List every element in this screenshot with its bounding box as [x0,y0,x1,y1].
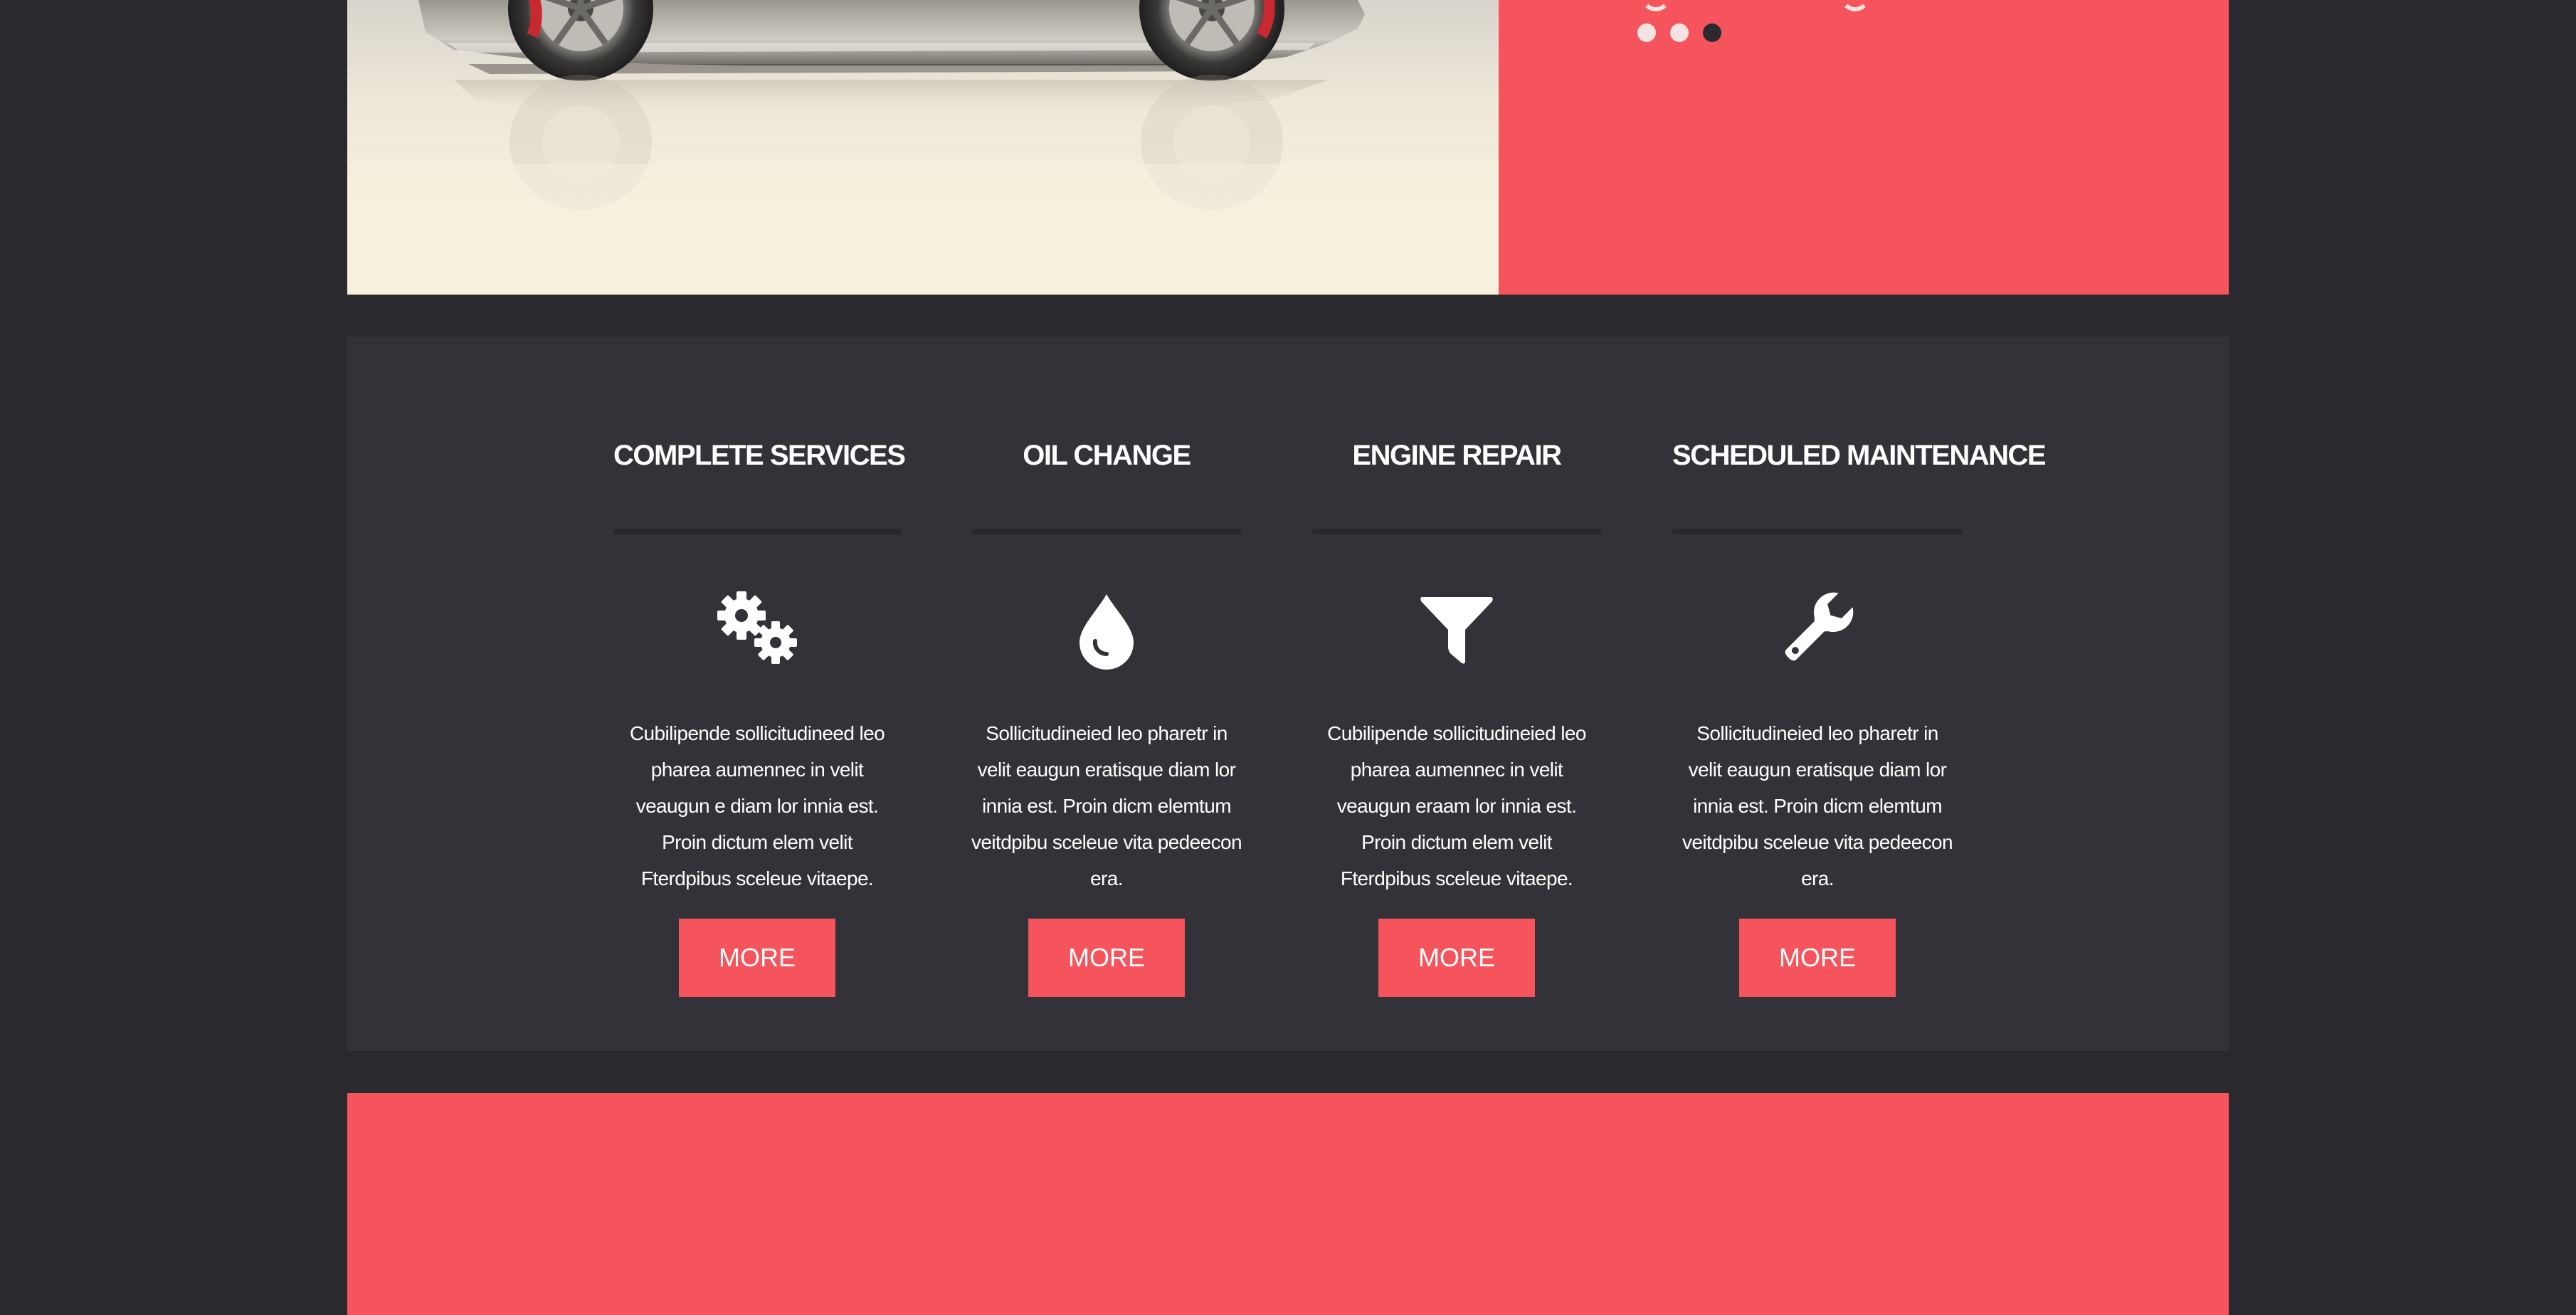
slider-dot-2[interactable] [1670,23,1689,42]
divider [1312,529,1601,534]
service-title: SCHEDULED MAINTENANCE [1672,440,2047,471]
hero-car-image [347,0,1499,295]
divider [972,529,1241,534]
service-title: COMPLETE SERVICES [613,440,906,471]
page: COMPLETE SERVICES Cubilipende sollicitud… [0,0,2576,1315]
service-description: Cubilipende sollicitudineed leo pharea a… [629,722,885,889]
partial-icon [1840,0,1870,11]
more-button[interactable]: MORE [1739,919,1896,997]
service-card-engine-repair: ENGINE REPAIR Cubilipende sollicitudinei… [1312,337,1601,1051]
service-card-oil-change: OIL CHANGE Sollicitudineied leo pharetr … [971,337,1242,1051]
car-illustration [347,0,1499,295]
more-button[interactable]: MORE [679,919,835,997]
bottom-banner [347,1093,2229,1315]
service-description: Cubilipende sollicitudineied leo pharea … [1327,722,1586,889]
wrench-icon [1775,586,1860,671]
slider-dot-3-active[interactable] [1703,23,1721,42]
hero-slider [347,0,2229,295]
slider-dot-1[interactable] [1637,23,1656,42]
service-card-complete-services: COMPLETE SERVICES Cubilipende sollicitud… [613,337,906,1051]
gears-icon [714,586,800,671]
more-button[interactable]: MORE [1378,919,1535,997]
service-title: ENGINE REPAIR [1352,440,1562,471]
more-button[interactable]: MORE [1028,919,1185,997]
service-description: Sollicitudineied leo pharetr in velit ea… [971,722,1242,889]
oil-drop-icon [1064,586,1149,671]
service-description: Sollicitudineied leo pharetr in velit ea… [1682,722,1953,889]
hero-red-panel [1499,0,2229,295]
divider [613,529,901,534]
divider [1672,529,1963,534]
service-card-scheduled-maintenance: SCHEDULED MAINTENANCE Sollicitudineied l… [1672,337,2047,1051]
services-section: COMPLETE SERVICES Cubilipende sollicitud… [347,337,2229,1051]
slider-dots [1637,23,1721,42]
service-title: OIL CHANGE [1023,440,1191,471]
partial-icon [1641,0,1671,11]
funnel-icon [1414,586,1499,671]
